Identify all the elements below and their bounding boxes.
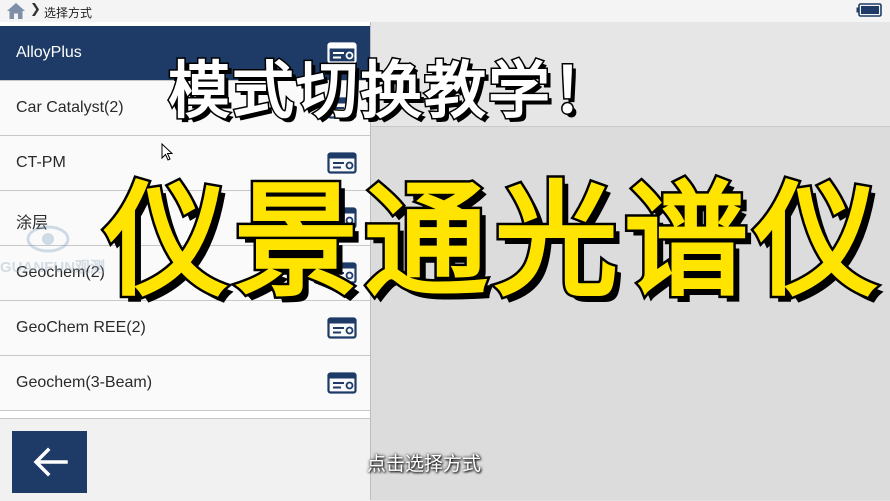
mode-label: Geochem(3-Beam) <box>16 374 153 391</box>
arrow-left-icon <box>33 447 68 477</box>
bottom-bar <box>0 418 370 501</box>
mode-label: GeoChem REE(2) <box>16 319 146 336</box>
mode-card-icon[interactable] <box>327 372 357 394</box>
top-bar: ❯ 选择方式 <box>0 0 890 23</box>
breadcrumb: 选择方式 <box>44 6 93 20</box>
video-subtitle: 点击选择方式 <box>367 453 482 475</box>
watermark: GUANFUN观测 <box>0 259 105 276</box>
overlay-title: 模式切换教学！ <box>166 53 617 129</box>
back-button[interactable] <box>12 431 87 493</box>
mode-label: CT-PM <box>16 154 66 171</box>
chevron-right-icon: ❯ <box>30 2 41 17</box>
mode-item[interactable]: Geochem(3-Beam) <box>0 356 370 411</box>
mode-label: AlloyPlus <box>16 44 82 61</box>
watermark-eye-icon <box>26 225 70 253</box>
mode-card-icon[interactable] <box>327 317 357 339</box>
home-icon[interactable] <box>6 2 26 20</box>
battery-icon <box>856 3 882 17</box>
overlay-product-name: 仪景通光谱仪 <box>101 168 885 317</box>
mode-label: Car Catalyst(2) <box>16 99 124 116</box>
